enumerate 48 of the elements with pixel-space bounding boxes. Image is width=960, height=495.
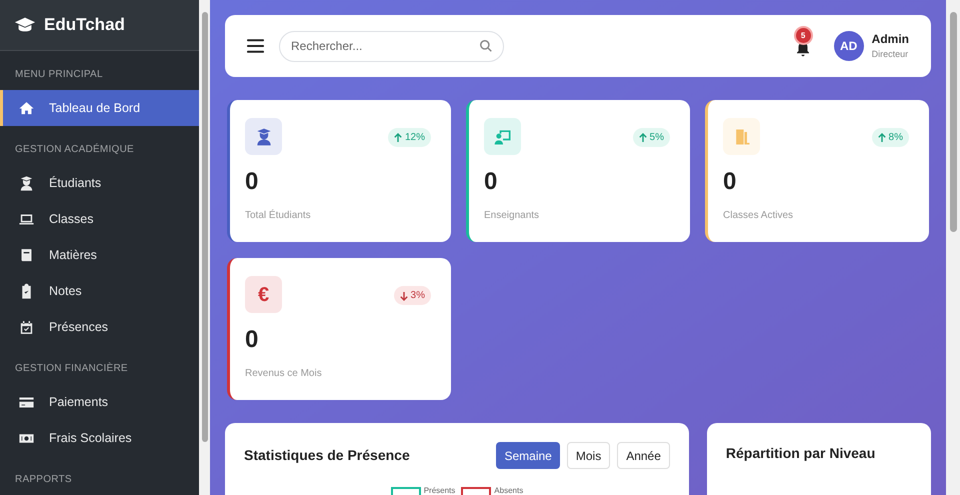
scrollbar-thumb[interactable] bbox=[202, 12, 208, 442]
calendar-icon bbox=[18, 318, 35, 336]
sidebar-item[interactable]: Présences bbox=[0, 309, 199, 345]
notification-badge: 5 bbox=[796, 28, 811, 43]
card-title: Statistiques de Présence bbox=[244, 446, 410, 465]
sidebar-item[interactable]: Notes bbox=[0, 273, 199, 309]
stat-value: 0 bbox=[245, 170, 260, 194]
stat-value: 0 bbox=[245, 328, 260, 352]
sidebar-item[interactable]: Classes bbox=[0, 201, 199, 237]
legend-label: Absents bbox=[494, 487, 524, 495]
stat-value: 0 bbox=[723, 170, 738, 194]
period-button[interactable]: Année bbox=[617, 442, 670, 469]
user-name: Admin bbox=[872, 31, 909, 48]
arrow-down-icon bbox=[400, 290, 408, 300]
stat-label: Revenus ce Mois bbox=[245, 367, 323, 381]
sidebar-item[interactable]: Paiements bbox=[0, 384, 199, 420]
section-heading: GESTION ACADÉMIQUE bbox=[14, 142, 135, 157]
arrow-up-icon bbox=[394, 132, 402, 142]
section-heading: MENU PRINCIPAL bbox=[14, 68, 104, 82]
trend-badge: 8% bbox=[872, 128, 909, 147]
trend-badge: 3% bbox=[394, 286, 431, 305]
scrollbar-thumb[interactable] bbox=[950, 12, 956, 232]
arrow-up-icon bbox=[878, 132, 886, 142]
section-heading: RAPPORTS bbox=[14, 473, 73, 487]
stat-label: Enseignants bbox=[484, 209, 540, 223]
period-button[interactable]: Mois bbox=[566, 442, 610, 469]
card-title: Répartition par Niveau bbox=[726, 444, 876, 463]
trend-badge: 12% bbox=[388, 128, 431, 147]
arrow-up-icon bbox=[638, 132, 647, 142]
student-icon bbox=[18, 174, 35, 192]
search-field[interactable]: Rechercher... bbox=[279, 30, 504, 62]
legend-label: Présents bbox=[424, 487, 456, 495]
search-icon[interactable] bbox=[479, 38, 493, 52]
home-icon bbox=[18, 100, 35, 116]
trend-badge: 5% bbox=[632, 128, 670, 147]
stat-label: Classes Actives bbox=[723, 209, 794, 223]
stat-value: 0 bbox=[484, 170, 498, 194]
section-heading: GESTION FINANCIÈRE bbox=[14, 361, 129, 376]
period-button[interactable]: Semaine bbox=[496, 442, 560, 469]
user-role: Directeur bbox=[872, 48, 909, 62]
sidebar-item[interactable]: Étudiants bbox=[0, 165, 199, 201]
sidebar-item[interactable]: Matières bbox=[0, 237, 199, 273]
menu-icon[interactable] bbox=[247, 39, 264, 53]
stat-label: Total Étudiants bbox=[245, 208, 312, 223]
euro-icon: € bbox=[258, 280, 270, 310]
user-avatar[interactable]: AD bbox=[834, 31, 864, 61]
sidebar-item[interactable]: Frais Scolaires bbox=[0, 420, 199, 456]
sidebar-item[interactable]: Tableau de Bord bbox=[0, 90, 199, 126]
